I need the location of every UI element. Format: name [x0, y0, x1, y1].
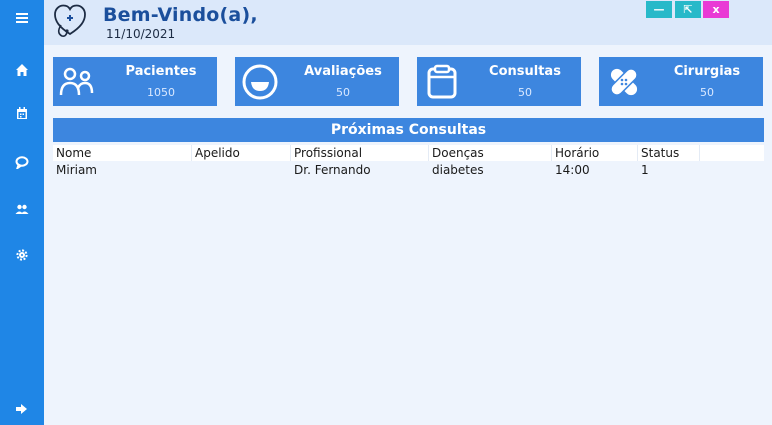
- card-title: Consultas: [489, 64, 561, 79]
- card-consultas[interactable]: Consultas 50: [417, 57, 581, 106]
- smile-icon: [242, 64, 278, 100]
- clipboard-icon: [427, 64, 457, 99]
- card-count: 1050: [147, 86, 175, 99]
- card-avaliacoes[interactable]: Avaliações 50: [235, 57, 399, 106]
- card-title: Pacientes: [125, 64, 197, 79]
- table-header: Nome Apelido Profissional Doenças Horári…: [53, 145, 764, 161]
- calendar-icon[interactable]: [0, 98, 44, 128]
- cell-horario: 14:00: [555, 163, 590, 177]
- cell-nome: Miriam: [56, 163, 97, 177]
- bandage-icon: [610, 68, 638, 96]
- column-header[interactable]: Horário: [555, 145, 599, 161]
- card-cirurgias[interactable]: Cirurgias 50: [599, 57, 763, 106]
- card-title: Cirurgias: [673, 64, 741, 79]
- column-divider: [290, 145, 291, 161]
- current-date: 11/10/2021: [106, 27, 176, 41]
- card-count: 50: [518, 86, 532, 99]
- column-divider: [637, 145, 638, 161]
- column-header[interactable]: Profissional: [294, 145, 362, 161]
- column-divider: [191, 145, 192, 161]
- table-title: Próximas Consultas: [53, 118, 764, 142]
- column-divider: [699, 145, 700, 161]
- users-icon[interactable]: [0, 194, 44, 224]
- patients-icon: [59, 67, 94, 96]
- column-divider: [551, 145, 552, 161]
- welcome-title: Bem-Vindo(a),: [103, 4, 258, 26]
- column-header[interactable]: Status: [641, 145, 679, 161]
- card-title: Avaliações: [304, 64, 382, 79]
- close-button[interactable]: x: [703, 1, 729, 18]
- minimize-button[interactable]: —: [646, 1, 672, 18]
- chat-icon[interactable]: [0, 147, 44, 177]
- logout-icon[interactable]: [0, 394, 44, 424]
- gear-icon[interactable]: [0, 240, 44, 270]
- column-header[interactable]: Doenças: [432, 145, 484, 161]
- cell-status: 1: [641, 163, 649, 177]
- cell-doencas: diabetes: [432, 163, 484, 177]
- column-divider: [428, 145, 429, 161]
- stethoscope-heart-logo-icon: [54, 4, 86, 37]
- sidebar: [0, 0, 44, 425]
- cell-profissional: Dr. Fernando: [294, 163, 371, 177]
- table-row[interactable]: Miriam Dr. Fernando diabetes 14:00 1: [53, 162, 764, 178]
- home-icon[interactable]: [0, 55, 44, 85]
- menu-icon[interactable]: [0, 3, 44, 33]
- card-pacientes[interactable]: Pacientes 1050: [53, 57, 217, 106]
- column-header[interactable]: Nome: [56, 145, 91, 161]
- card-count: 50: [336, 86, 350, 99]
- maximize-button[interactable]: ⇱: [675, 1, 701, 18]
- card-count: 50: [700, 86, 714, 99]
- column-header[interactable]: Apelido: [195, 145, 240, 161]
